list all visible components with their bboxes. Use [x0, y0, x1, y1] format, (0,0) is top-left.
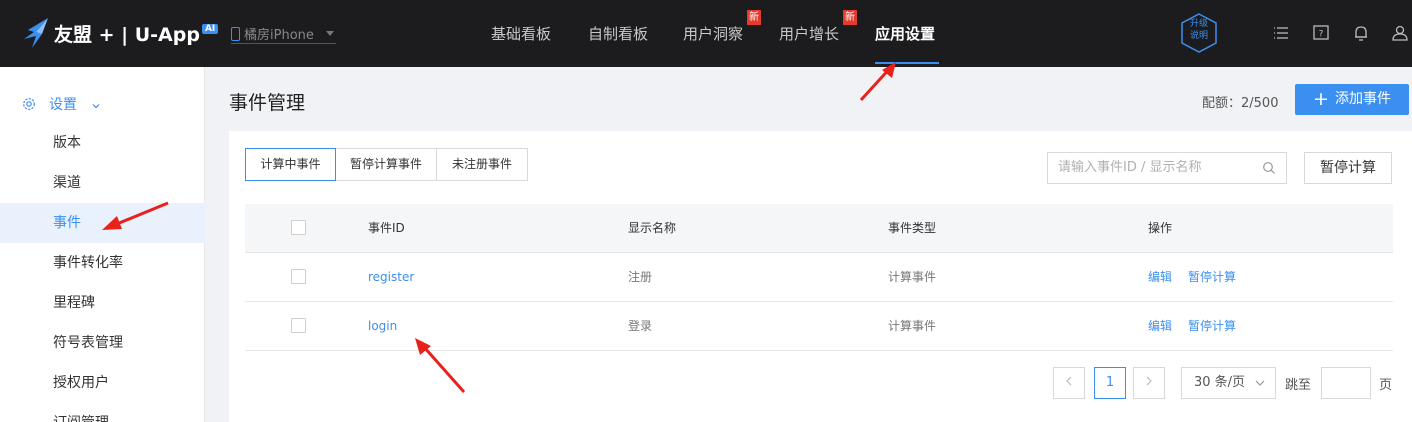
chevron-down-icon	[1255, 380, 1265, 386]
upgrade-label[interactable]: 升级 说明	[1179, 18, 1219, 42]
row-checkbox[interactable]	[291, 318, 306, 333]
app-selector-value: 橘房iPhone	[244, 28, 314, 43]
sidebar-item-symbol-table[interactable]: 符号表管理	[0, 323, 205, 363]
page-title: 事件管理	[229, 92, 306, 114]
pause-compute-button[interactable]: 暂停计算	[1304, 152, 1392, 184]
nav-user-growth[interactable]: 用户增长	[779, 23, 839, 44]
sidebar-item-event-conversion[interactable]: 事件转化率	[0, 243, 205, 283]
phone-icon	[231, 27, 240, 41]
column-header-display-name: 显示名称	[628, 221, 677, 235]
table-header: 事件ID 显示名称 事件类型 操作	[245, 204, 1393, 253]
table-row: register 注册 计算事件 编辑 暂停计算	[245, 253, 1393, 302]
edit-link[interactable]: 编辑	[1148, 253, 1172, 301]
app-selector[interactable]: 橘房iPhone	[231, 24, 336, 44]
event-id-link[interactable]: register	[368, 253, 414, 301]
search-input[interactable]: 请输入事件ID / 显示名称	[1047, 152, 1287, 184]
edit-link[interactable]: 编辑	[1148, 302, 1172, 350]
sidebar-item-authorized-users[interactable]: 授权用户	[0, 363, 205, 403]
ai-badge: AI	[201, 24, 219, 34]
chevron-right-icon	[1146, 376, 1152, 386]
annotation-arrow-icon	[102, 201, 169, 230]
top-navbar: 友盟 + | U-App AI 橘房iPhone 基础看板 自制看板 用户洞察 新…	[0, 0, 1412, 67]
select-all-checkbox[interactable]	[291, 220, 306, 235]
new-badge: 新	[747, 10, 761, 25]
display-name-cell: 注册	[628, 270, 653, 284]
sidebar-item-milestone[interactable]: 里程碑	[0, 283, 205, 323]
sidebar-item-version[interactable]: 版本	[0, 123, 205, 163]
column-header-event-type: 事件类型	[888, 221, 937, 235]
umeng-logo-icon	[24, 18, 48, 48]
search-placeholder: 请输入事件ID / 显示名称	[1058, 160, 1202, 175]
sidebar-item-subscription[interactable]: 订阅管理	[0, 403, 205, 422]
annotation-arrow-icon	[415, 338, 466, 393]
brand-title[interactable]: 友盟 + | U-App AI	[54, 20, 219, 47]
plus-icon: +	[1313, 88, 1329, 110]
page-number-button[interactable]: 1	[1094, 367, 1126, 399]
event-id-link[interactable]: login	[368, 302, 397, 350]
nav-user-insight[interactable]: 用户洞察	[683, 23, 743, 44]
event-tabs: 计算中事件 暂停计算事件 未注册事件	[245, 148, 528, 181]
search-icon[interactable]	[1262, 161, 1276, 175]
svg-text:?: ?	[1319, 30, 1324, 40]
page-suffix-label: 页	[1379, 378, 1393, 393]
annotation-arrow-icon	[859, 62, 896, 102]
add-event-button[interactable]: + 添加事件	[1295, 84, 1409, 115]
prev-page-button[interactable]	[1053, 367, 1085, 399]
nav-app-settings[interactable]: 应用设置	[875, 23, 935, 44]
page-size-select[interactable]: 30 条/页	[1181, 367, 1276, 399]
chevron-down-icon	[326, 31, 334, 36]
tab-paused-events[interactable]: 暂停计算事件	[335, 148, 437, 181]
new-badge: 新	[843, 10, 857, 25]
quota-text: 配额：2/500	[1202, 96, 1279, 111]
gear-icon	[23, 98, 35, 110]
bell-icon[interactable]	[1352, 24, 1370, 42]
sidebar: 设置 版本 渠道 事件 事件转化率 里程碑 符号表管理 授权用户 订阅管理	[0, 67, 205, 422]
pause-compute-link[interactable]: 暂停计算	[1188, 253, 1236, 301]
chevron-down-icon	[93, 104, 100, 109]
tab-computing-events[interactable]: 计算中事件	[245, 148, 336, 181]
next-page-button[interactable]	[1133, 367, 1165, 399]
display-name-cell: 登录	[628, 319, 653, 333]
pause-compute-link[interactable]: 暂停计算	[1188, 302, 1236, 350]
tab-unregistered-events[interactable]: 未注册事件	[436, 148, 528, 181]
chevron-left-icon	[1066, 376, 1072, 386]
row-checkbox[interactable]	[291, 269, 306, 284]
goto-label: 跳至	[1285, 378, 1312, 393]
sidebar-settings-header[interactable]: 设置	[22, 94, 101, 114]
help-icon[interactable]: ?	[1312, 24, 1330, 42]
goto-page-input[interactable]	[1321, 367, 1371, 399]
user-icon[interactable]	[1391, 24, 1409, 42]
event-type-cell: 计算事件	[888, 270, 937, 284]
nav-basic-dashboard[interactable]: 基础看板	[491, 23, 551, 44]
list-icon[interactable]	[1272, 24, 1290, 42]
event-type-cell: 计算事件	[888, 319, 937, 333]
nav-custom-dashboard[interactable]: 自制看板	[588, 23, 648, 44]
column-header-actions: 操作	[1148, 221, 1173, 235]
column-header-event-id: 事件ID	[368, 221, 405, 235]
